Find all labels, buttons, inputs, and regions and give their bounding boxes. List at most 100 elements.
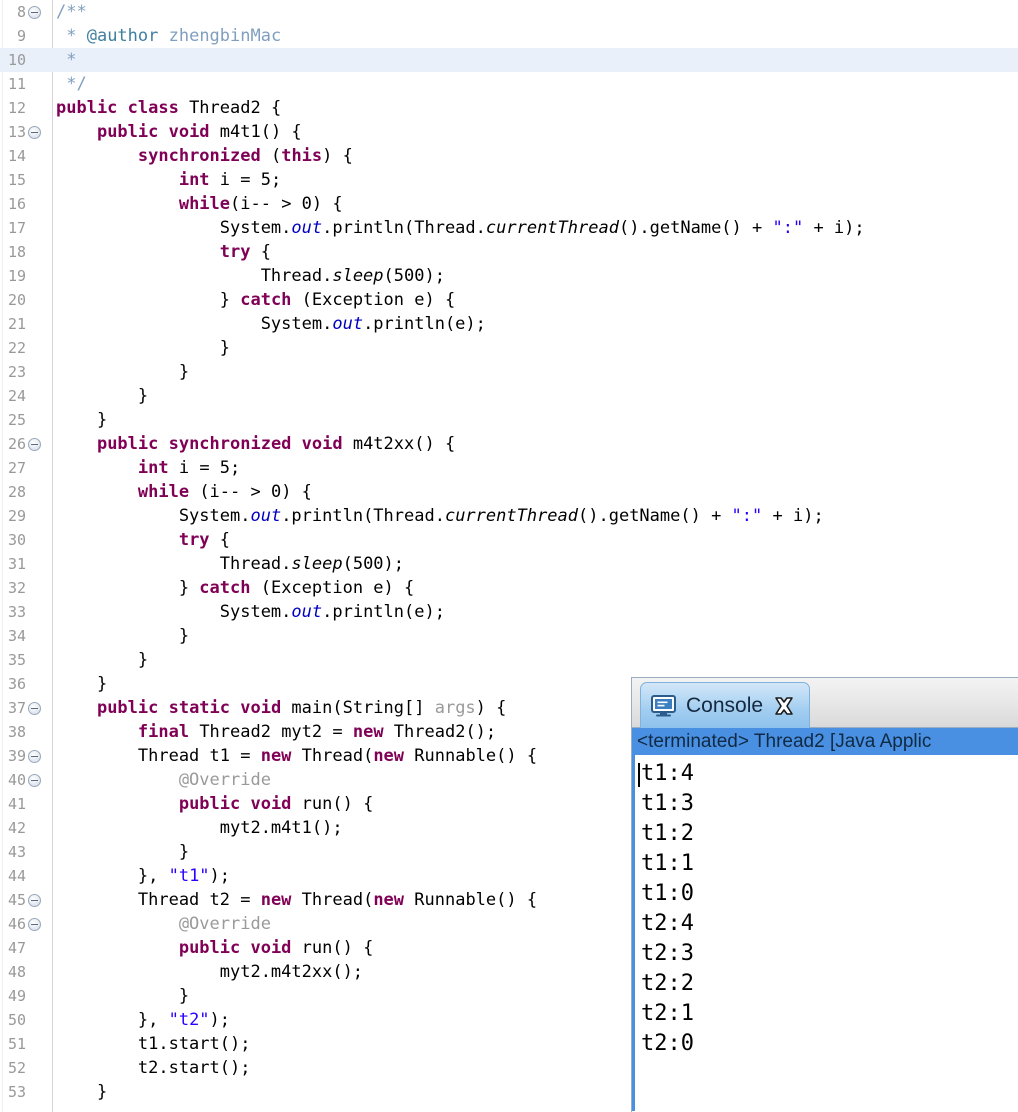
code-line[interactable]: 32 } catch (Exception e) {	[0, 576, 1018, 600]
line-number: 20	[7, 291, 26, 309]
code-text: }	[56, 840, 189, 864]
fold-collapse-icon[interactable]	[28, 6, 41, 19]
code-line[interactable]: 35 }	[0, 648, 1018, 672]
code-text: }	[56, 648, 148, 672]
code-line[interactable]: 13 public void m4t1() {	[0, 120, 1018, 144]
line-number: 17	[7, 219, 26, 237]
code-line[interactable]: 33 System.out.println(e);	[0, 600, 1018, 624]
code-text: /**	[56, 0, 87, 24]
code-text: Thread t2 = new Thread(new Runnable() {	[56, 888, 537, 912]
console-view-panel[interactable]: Console <terminated> Thread2 [Java Appli…	[631, 677, 1018, 1112]
code-line[interactable]: 9 * @author zhengbinMac	[0, 24, 1018, 48]
code-line[interactable]: 23 }	[0, 360, 1018, 384]
code-text: myt2.m4t1();	[56, 816, 343, 840]
close-icon[interactable]	[773, 695, 795, 717]
code-text: final Thread2 myt2 = new Thread2();	[56, 720, 496, 744]
code-text: Thread.sleep(500);	[56, 552, 404, 576]
code-token: }	[56, 1082, 108, 1102]
code-token: (i-- > 0) {	[230, 194, 343, 214]
code-line[interactable]: 31 Thread.sleep(500);	[0, 552, 1018, 576]
code-token: new	[260, 746, 292, 766]
code-line[interactable]: 30 try {	[0, 528, 1018, 552]
console-output-area[interactable]: t1:4 t1:3 t1:2 t1:1 t1:0 t2:4 t2:3 t2:2 t2:1 t2:0	[632, 755, 1018, 1111]
code-token: zhengbinMac	[158, 26, 282, 46]
code-line[interactable]: 26 public synchronized void m4t2xx() {	[0, 432, 1018, 456]
line-number: 53	[7, 1083, 26, 1101]
line-number: 22	[7, 339, 26, 357]
line-number: 9	[16, 27, 26, 45]
code-text: System.out.println(e);	[56, 600, 445, 624]
code-line[interactable]: 24 }	[0, 384, 1018, 408]
code-token: (Exception e) {	[291, 290, 456, 310]
code-line[interactable]: 18 try {	[0, 240, 1018, 264]
code-text: }	[56, 1080, 107, 1104]
line-number: 33	[7, 603, 26, 621]
fold-collapse-icon[interactable]	[28, 702, 41, 715]
fold-collapse-icon[interactable]	[28, 750, 41, 763]
line-number: 13	[7, 123, 26, 141]
line-number: 47	[7, 939, 26, 957]
fold-collapse-icon[interactable]	[28, 894, 41, 907]
code-token: int	[137, 458, 169, 478]
code-line[interactable]: 20 } catch (Exception e) {	[0, 288, 1018, 312]
code-token: /**	[56, 2, 87, 22]
code-line[interactable]: 15 int i = 5;	[0, 168, 1018, 192]
code-token: Thread2();	[383, 722, 497, 742]
tab-console[interactable]: Console	[640, 682, 811, 728]
code-token: );	[209, 866, 231, 886]
code-token: (Exception e) {	[250, 578, 415, 598]
fold-collapse-icon[interactable]	[28, 918, 41, 931]
code-text: }, "t2");	[56, 1008, 230, 1032]
line-number: 24	[7, 387, 26, 405]
code-token: new	[260, 890, 292, 910]
code-line[interactable]: 34 }	[0, 624, 1018, 648]
code-token: }	[56, 386, 149, 406]
console-launch-status-line[interactable]: <terminated> Thread2 [Java Applic	[632, 728, 1018, 755]
console-output-text: t1:3	[641, 791, 694, 816]
code-token: myt2.m4t2xx();	[56, 962, 364, 982]
code-token: synchronized	[137, 146, 261, 166]
code-text: public synchronized void m4t2xx() {	[56, 432, 455, 456]
code-line[interactable]: 14 synchronized (this) {	[0, 144, 1018, 168]
fold-collapse-icon[interactable]	[28, 774, 41, 787]
code-line[interactable]: 27 int i = 5;	[0, 456, 1018, 480]
code-token: Runnable() {	[404, 746, 538, 766]
code-line[interactable]: 19 Thread.sleep(500);	[0, 264, 1018, 288]
code-token: public static void	[96, 698, 282, 718]
code-token: */	[56, 74, 87, 94]
code-line[interactable]: 28 while (i-- > 0) {	[0, 480, 1018, 504]
code-token: out	[291, 218, 323, 238]
code-token: public class	[56, 98, 179, 118]
code-line[interactable]: 16 while(i-- > 0) {	[0, 192, 1018, 216]
code-line[interactable]: 12 public class Thread2 {	[0, 96, 1018, 120]
code-line[interactable]: 22 }	[0, 336, 1018, 360]
code-line[interactable]: 25 }	[0, 408, 1018, 432]
code-line[interactable]: 29 System.out.println(Thread.currentThre…	[0, 504, 1018, 528]
code-line[interactable]: 8 /**	[0, 0, 1018, 24]
code-text: while(i-- > 0) {	[56, 192, 343, 216]
line-number: 39	[7, 747, 26, 765]
code-text: while (i-- > 0) {	[56, 480, 312, 504]
line-number: 29	[7, 507, 26, 525]
fold-collapse-icon[interactable]	[28, 126, 41, 139]
code-text: } catch (Exception e) {	[56, 576, 414, 600]
line-number: 42	[7, 819, 26, 837]
code-text: System.out.println(e);	[56, 312, 486, 336]
line-number: 31	[7, 555, 26, 573]
code-line[interactable]: 11 */	[0, 72, 1018, 96]
fold-collapse-icon[interactable]	[28, 438, 41, 451]
line-number: 27	[7, 459, 26, 477]
code-text: * @author zhengbinMac	[56, 24, 281, 48]
code-token: + i);	[762, 506, 824, 526]
code-text: */	[56, 72, 87, 96]
code-line[interactable]: 21 System.out.println(e);	[0, 312, 1018, 336]
code-token: {	[209, 530, 231, 550]
eclipse-ide-window: 8/** 9 * @author zhengbinMac 10 * 11 */12 pu…	[0, 0, 1018, 1112]
code-line[interactable]: 17 System.out.println(Thread.currentThre…	[0, 216, 1018, 240]
line-number: 30	[7, 531, 26, 549]
code-line[interactable]: 10 *	[0, 48, 1018, 72]
